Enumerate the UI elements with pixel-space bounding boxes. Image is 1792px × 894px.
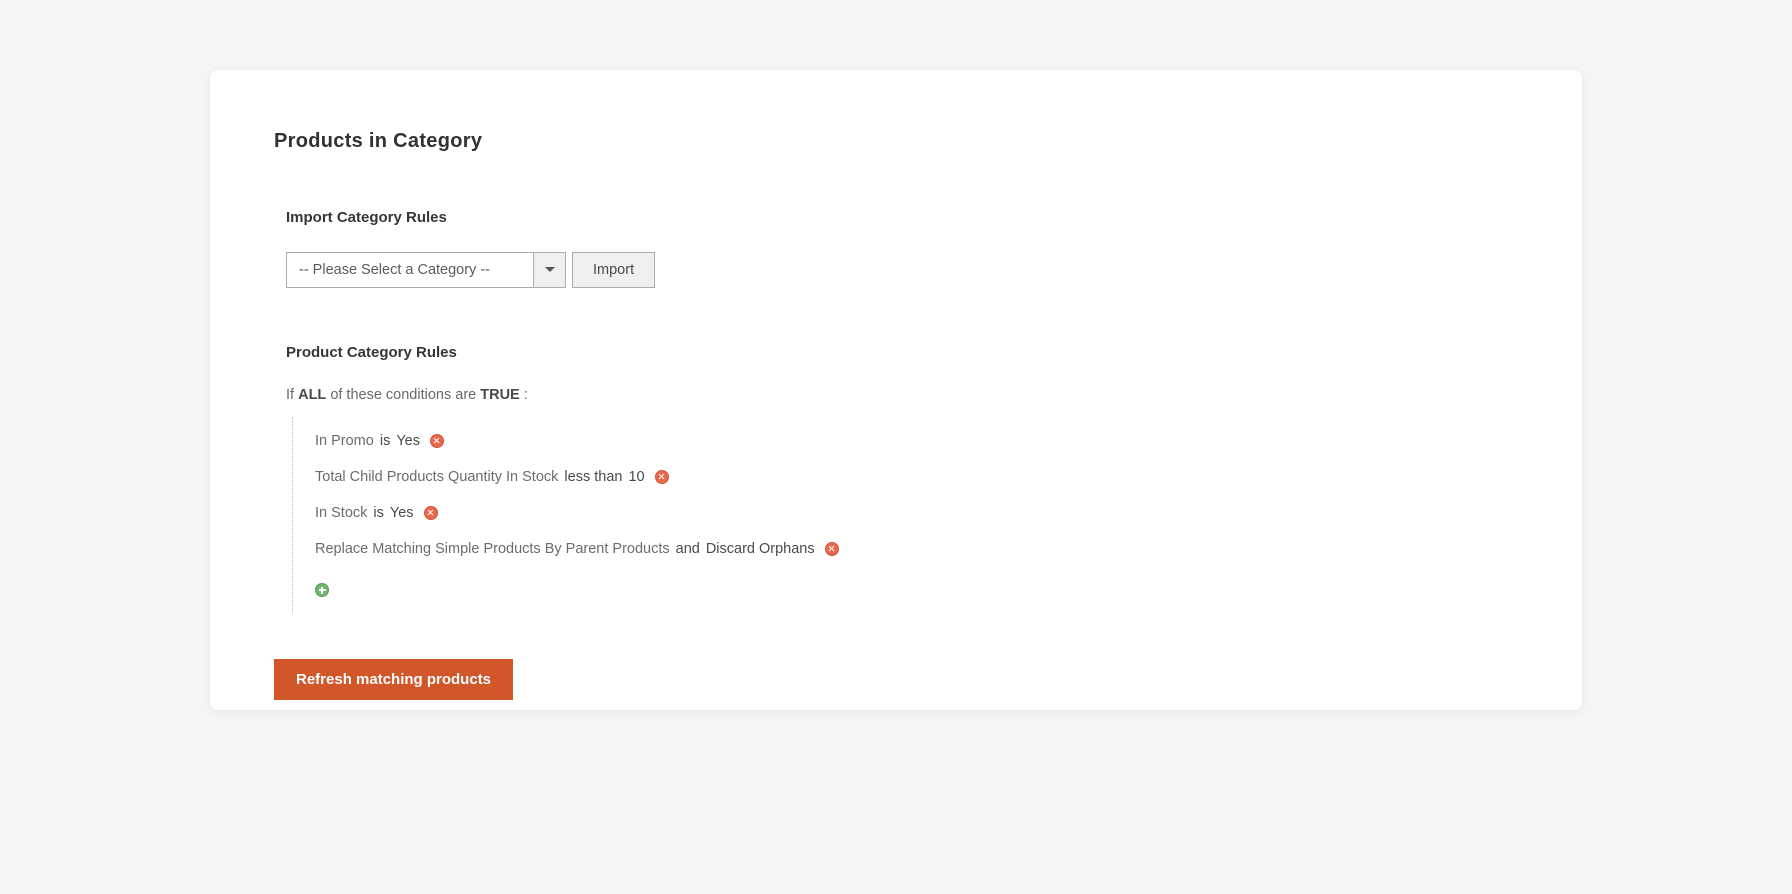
- refresh-button[interactable]: Refresh matching products: [274, 659, 513, 700]
- remove-icon[interactable]: [430, 434, 444, 448]
- rule-operator[interactable]: is: [373, 505, 383, 521]
- rule-line: Total Child Products Quantity In Stock l…: [315, 459, 1518, 495]
- add-rule-row: [315, 567, 1518, 607]
- section-title: Products in Category: [274, 130, 1518, 153]
- import-heading: Import Category Rules: [286, 209, 1518, 226]
- rule-line: In Promo is Yes: [315, 423, 1518, 459]
- rule-value[interactable]: Yes: [390, 505, 414, 521]
- rule-operator[interactable]: is: [380, 433, 390, 449]
- rule-operator[interactable]: and: [676, 541, 700, 557]
- category-select-value: -- Please Select a Category --: [287, 253, 533, 287]
- remove-icon[interactable]: [424, 506, 438, 520]
- rule-operator[interactable]: less than: [564, 469, 622, 485]
- panel: Products in Category Import Category Rul…: [210, 70, 1582, 710]
- rule-attribute[interactable]: Total Child Products Quantity In Stock: [315, 469, 558, 485]
- add-icon[interactable]: [315, 583, 329, 597]
- import-button[interactable]: Import: [572, 252, 655, 288]
- intro-prefix: If: [286, 387, 294, 403]
- intro-mid: of these conditions are: [330, 387, 476, 403]
- rule-attribute[interactable]: In Stock: [315, 505, 367, 521]
- import-row: -- Please Select a Category -- Import: [286, 252, 1518, 288]
- intro-value[interactable]: TRUE: [480, 387, 519, 403]
- rule-attribute[interactable]: Replace Matching Simple Products By Pare…: [315, 541, 670, 557]
- rule-line: Replace Matching Simple Products By Pare…: [315, 531, 1518, 567]
- intro-aggregator[interactable]: ALL: [298, 387, 326, 403]
- rules-heading: Product Category Rules: [286, 344, 1518, 361]
- rule-value[interactable]: Discard Orphans: [706, 541, 815, 557]
- category-select[interactable]: -- Please Select a Category --: [286, 252, 566, 288]
- rules-intro: If ALL of these conditions are TRUE :: [286, 387, 1518, 403]
- remove-icon[interactable]: [655, 470, 669, 484]
- chevron-down-icon: [533, 253, 565, 287]
- rule-line: In Stock is Yes: [315, 495, 1518, 531]
- intro-suffix: :: [524, 387, 528, 403]
- remove-icon[interactable]: [825, 542, 839, 556]
- rule-value[interactable]: 10: [628, 469, 644, 485]
- rule-value[interactable]: Yes: [396, 433, 420, 449]
- rule-tree: In Promo is Yes Total Child Products Qua…: [292, 417, 1518, 613]
- rule-attribute[interactable]: In Promo: [315, 433, 374, 449]
